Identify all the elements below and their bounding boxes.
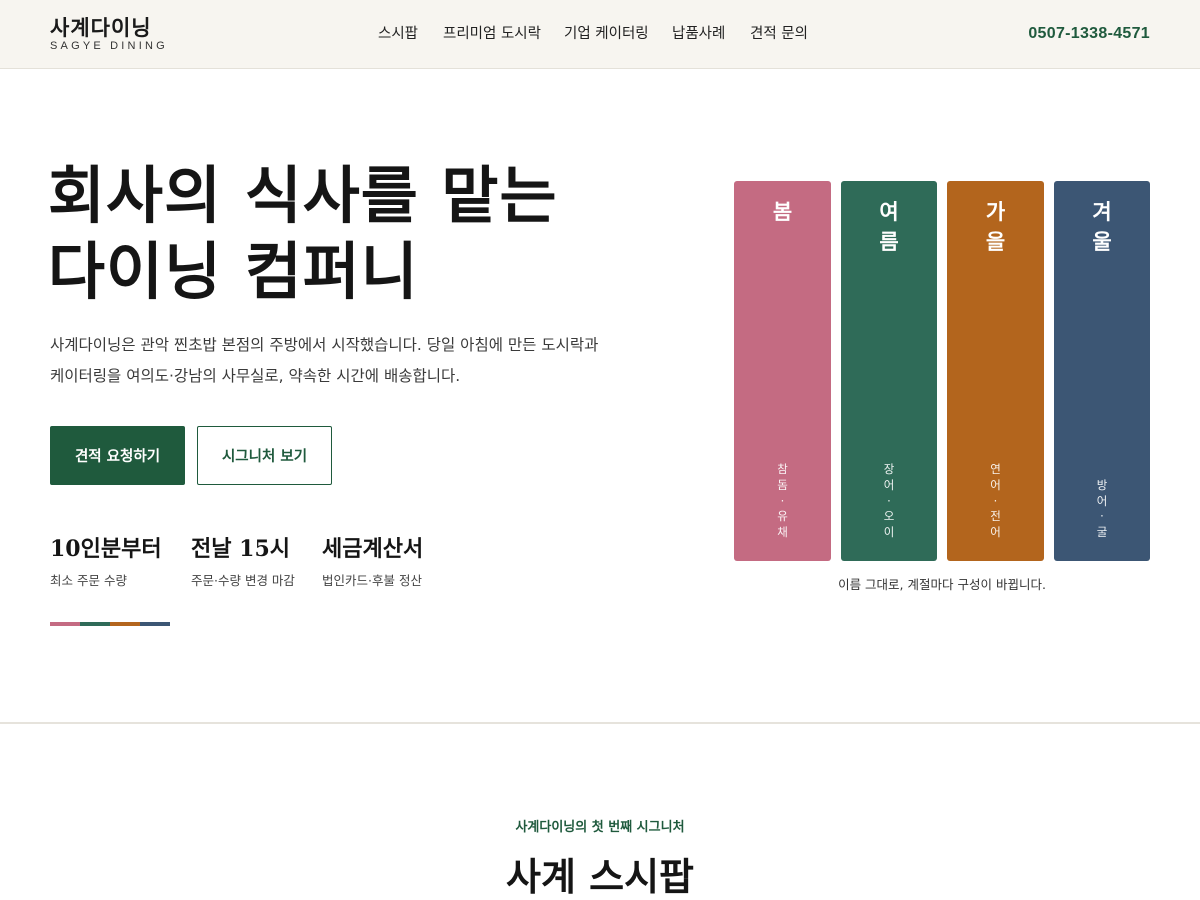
hero-title-line: 회사의 식사를 맡는: [48, 159, 558, 232]
season-item-char: 굴: [1096, 525, 1108, 540]
season-card-winter[interactable]: 겨 울 방 어 · 굴: [1054, 181, 1150, 561]
season-item-char: 어: [990, 525, 1001, 540]
season-item-char: 이: [883, 525, 895, 540]
season-item-char: 오: [883, 509, 895, 524]
phone-number-link[interactable]: 0507-1338-4571: [1028, 22, 1150, 46]
hero-description: 사계다이닝은 관악 찐초밥 본점의 주방에서 시작했습니다. 당일 아침에 만든…: [50, 330, 650, 392]
season-item-char: ·: [887, 493, 891, 508]
stat-label: 최소 주문 수량: [50, 573, 127, 588]
season-item-char: 어: [1096, 493, 1108, 508]
hero-description-line: 케이터링을 여의도·강남의 사무실로, 약속한 시간에 배송합니다.: [50, 367, 461, 385]
stat-label: 법인카드·후불 정산: [322, 573, 422, 588]
nav-item-quote-inquiry[interactable]: 견적 문의: [750, 22, 808, 46]
color-swatch-autumn: [110, 622, 140, 626]
seasons-caption: 이름 그대로, 계절마다 구성이 바뀝니다.: [838, 577, 1046, 592]
season-item-char: 어: [883, 477, 895, 492]
nav-item-sushipop[interactable]: 스시팝: [378, 22, 418, 46]
nav-item-premium-lunchbox[interactable]: 프리미엄 도시락: [443, 22, 541, 46]
hero-title-line: 다이닝 컴퍼니: [48, 235, 419, 308]
season-name-char: 겨: [1092, 199, 1112, 224]
season-card-summer[interactable]: 여 름 장 어 · 오 이: [841, 181, 937, 561]
season-item-char: 유: [777, 509, 788, 524]
stat-value: 세금계산서: [322, 536, 424, 562]
nav-item-case-studies[interactable]: 납품사례: [672, 22, 725, 46]
season-name-char: 울: [1092, 229, 1112, 254]
season-items: 방 어 · 굴: [1054, 478, 1150, 541]
season-name: 여 름: [841, 197, 937, 257]
season-item-char: 참: [777, 462, 788, 477]
season-items: 참 돔 · 유 채: [734, 462, 831, 541]
season-item-char: 방: [1096, 477, 1108, 492]
season-item-char: 연: [990, 462, 1001, 477]
nav-item-corporate-catering[interactable]: 기업 케이터링: [564, 22, 649, 46]
season-name-char: 봄: [772, 199, 793, 224]
season-item-char: 돔: [777, 477, 788, 492]
view-signature-button[interactable]: 시그니처 보기: [197, 426, 332, 485]
section-title: 사계 스시팝: [505, 854, 695, 899]
stat-order-deadline: 전날 15시 주문·수량 변경 마감: [191, 533, 295, 590]
season-items: 연 어 · 전 어: [947, 462, 1044, 541]
request-quote-button[interactable]: 견적 요청하기: [50, 426, 185, 485]
stat-min-order: 10인분부터 최소 주문 수량: [50, 533, 162, 590]
stat-value: 10인분부터: [50, 536, 162, 562]
season-name-char: 여: [879, 199, 899, 224]
stat-value: 전날 15시: [191, 536, 290, 562]
color-swatch-spring: [50, 622, 80, 626]
season-card-autumn[interactable]: 가 을 연 어 · 전 어: [947, 181, 1044, 561]
section-divider: [0, 722, 1200, 724]
season-name: 겨 울: [1054, 197, 1150, 257]
hero-description-line: 사계다이닝은 관악 찐초밥 본점의 주방에서 시작했습니다. 당일 아침에 만든…: [50, 336, 599, 354]
season-item-char: 어: [990, 477, 1001, 492]
season-item-char: ·: [1100, 509, 1104, 524]
season-name-char: 을: [985, 229, 1006, 254]
section-eyebrow: 사계다이닝의 첫 번째 시그니처: [515, 820, 685, 835]
season-item-char: ·: [780, 493, 785, 508]
season-item-char: 전: [990, 509, 1001, 524]
stat-label: 주문·수량 변경 마감: [191, 573, 295, 588]
season-name: 가 을: [947, 197, 1044, 257]
hero-title: 회사의 식사를 맡는 다이닝 컴퍼니: [48, 158, 558, 310]
main-nav: 스시팝 프리미엄 도시락 기업 케이터링 납품사례 견적 문의: [0, 22, 1200, 46]
season-item-char: 채: [777, 525, 788, 540]
season-color-strip: [50, 622, 170, 626]
color-swatch-winter: [140, 622, 170, 626]
site-header: 사계다이닝 SAGYE DINING 스시팝 프리미엄 도시락 기업 케이터링 …: [0, 0, 1200, 69]
season-name-char: 가: [985, 199, 1006, 224]
season-items: 장 어 · 오 이: [841, 462, 937, 541]
season-item-char: ·: [993, 493, 998, 508]
stat-invoice: 세금계산서 법인카드·후불 정산: [322, 533, 423, 590]
color-swatch-summer: [80, 622, 110, 626]
season-card-spring[interactable]: 봄 참 돔 · 유 채: [734, 181, 831, 561]
season-name: 봄: [734, 197, 831, 227]
season-item-char: 장: [883, 462, 895, 477]
season-name-char: 름: [879, 229, 899, 254]
